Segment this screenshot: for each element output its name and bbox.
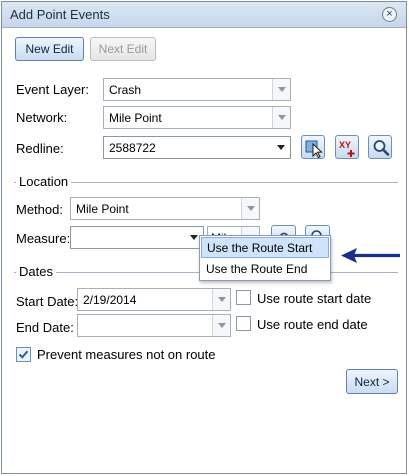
- chevron-down-icon[interactable]: [212, 289, 230, 310]
- end-date-input[interactable]: [77, 314, 231, 337]
- network-label: Network:: [16, 110, 68, 125]
- network-value: Mile Point: [109, 111, 162, 125]
- measure-dropdown-list: Use the Route Start Use the Route End: [199, 235, 331, 281]
- svg-text:XY: XY: [339, 140, 351, 150]
- next-button[interactable]: Next >: [346, 369, 398, 394]
- prevent-measures-label: Prevent measures not on route: [37, 347, 216, 362]
- location-section-title: Location: [16, 174, 72, 189]
- end-date-label: End Date:: [16, 320, 74, 335]
- chevron-down-icon[interactable]: [272, 137, 290, 158]
- use-route-start-date-checkbox[interactable]: [236, 290, 251, 305]
- network-select[interactable]: Mile Point: [103, 106, 291, 129]
- next-edit-button: Next Edit: [90, 37, 156, 61]
- redline-value: 2588722: [109, 141, 156, 155]
- measure-input[interactable]: [70, 226, 204, 249]
- redline-label: Redline:: [16, 141, 64, 156]
- use-route-end-date-checkbox[interactable]: [236, 316, 251, 331]
- zoom-icon[interactable]: [368, 135, 392, 159]
- start-date-value: 2/19/2014: [83, 293, 137, 307]
- event-layer-label: Event Layer:: [16, 82, 89, 97]
- dropdown-item-route-end[interactable]: Use the Route End: [201, 259, 329, 280]
- chevron-down-icon[interactable]: [272, 107, 290, 128]
- title-bar: Add Point Events ×: [2, 2, 406, 28]
- location-divider: [14, 182, 398, 183]
- chevron-down-icon[interactable]: [241, 198, 259, 219]
- checkmark-icon: [18, 350, 29, 359]
- use-route-start-date-label: Use route start date: [257, 291, 372, 306]
- select-route-icon[interactable]: [301, 135, 325, 159]
- window-title: Add Point Events: [10, 7, 110, 22]
- dropdown-item-route-start[interactable]: Use the Route Start: [201, 237, 329, 258]
- chevron-down-icon[interactable]: [272, 79, 290, 100]
- method-label: Method:: [16, 202, 63, 217]
- add-point-events-panel: Add Point Events × New Edit Next Edit Ev…: [1, 1, 407, 474]
- new-edit-button[interactable]: New Edit: [15, 37, 84, 61]
- event-layer-value: Crash: [109, 83, 142, 97]
- xy-coordinate-icon[interactable]: XY: [335, 135, 359, 159]
- start-date-input[interactable]: 2/19/2014: [77, 288, 231, 311]
- blue-arrow-icon: [341, 248, 400, 263]
- start-date-label: Start Date:: [16, 294, 79, 309]
- close-icon[interactable]: ×: [382, 7, 397, 22]
- method-value: Mile Point: [76, 202, 129, 216]
- use-route-end-date-label: Use route end date: [257, 317, 368, 332]
- redline-select[interactable]: 2588722: [103, 136, 291, 159]
- measure-label: Measure:: [16, 231, 71, 246]
- event-layer-select[interactable]: Crash: [103, 78, 291, 101]
- chevron-down-icon[interactable]: [212, 315, 230, 336]
- dates-section-title: Dates: [16, 264, 56, 279]
- prevent-measures-checkbox[interactable]: [16, 347, 31, 362]
- method-select[interactable]: Mile Point: [70, 197, 260, 220]
